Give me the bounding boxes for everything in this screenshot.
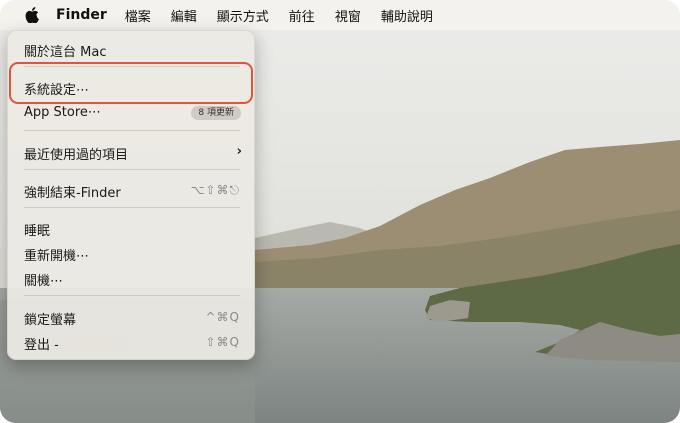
menu-item-sleep[interactable]: 睡眠	[8, 217, 256, 239]
menu-item-app-store[interactable]: App Store⋯ 8 項更新	[8, 102, 256, 124]
redacted-username	[63, 337, 125, 351]
apple-logo-icon[interactable]	[24, 6, 40, 24]
menubar-go[interactable]: 前往	[289, 6, 315, 25]
menubar-help[interactable]: 輔助說明	[381, 6, 433, 25]
menu-item-logout[interactable]: 登出 - ⇧⌘Q	[8, 331, 256, 353]
menu-item-lock-screen[interactable]: 鎖定螢幕 ^⌘Q	[8, 306, 256, 328]
menu-divider	[24, 295, 240, 296]
force-quit-shortcut: ⌥⇧⌘⎋	[190, 183, 240, 197]
menu-item-about[interactable]: 關於這台 Mac	[8, 38, 256, 60]
menu-item-restart[interactable]: 重新開機⋯	[8, 242, 256, 264]
menubar-app-name[interactable]: Finder	[56, 7, 107, 23]
menu-divider	[24, 130, 240, 131]
logout-label: 登出 -	[24, 338, 59, 353]
menu-divider	[24, 169, 240, 170]
updates-badge: 8 項更新	[191, 106, 241, 120]
menu-item-shutdown[interactable]: 關機⋯	[8, 267, 256, 289]
about-label: 關於這台 Mac	[24, 45, 107, 60]
recent-items-label: 最近使用過的項目	[24, 148, 129, 163]
chevron-right-icon: ›	[236, 144, 242, 159]
menubar-view[interactable]: 顯示方式	[217, 6, 269, 25]
lock-screen-label: 鎖定螢幕	[24, 313, 77, 328]
menu-divider	[24, 207, 240, 208]
screenshot-frame: Finder 檔案 編輯 顯示方式 前往 視窗 輔助說明 關於這台 Mac 系統…	[0, 0, 680, 423]
menubar-window[interactable]: 視窗	[335, 6, 361, 25]
menu-item-recent-items[interactable]: 最近使用過的項目 ›	[8, 141, 256, 163]
restart-label: 重新開機⋯	[24, 249, 90, 264]
app-store-label: App Store⋯	[24, 105, 101, 120]
menu-item-force-quit[interactable]: 強制結束-Finder ⌥⇧⌘⎋	[8, 179, 256, 201]
shutdown-label: 關機⋯	[24, 274, 64, 289]
lock-screen-shortcut: ^⌘Q	[205, 310, 240, 324]
menubar-file[interactable]: 檔案	[125, 6, 151, 25]
logout-shortcut: ⇧⌘Q	[205, 335, 240, 349]
sleep-label: 睡眠	[24, 224, 51, 239]
menubar-edit[interactable]: 編輯	[171, 6, 197, 25]
menu-bar: Finder 檔案 編輯 顯示方式 前往 視窗 輔助說明	[0, 0, 680, 30]
highlight-box	[9, 62, 253, 104]
force-quit-label: 強制結束-Finder	[24, 186, 121, 201]
